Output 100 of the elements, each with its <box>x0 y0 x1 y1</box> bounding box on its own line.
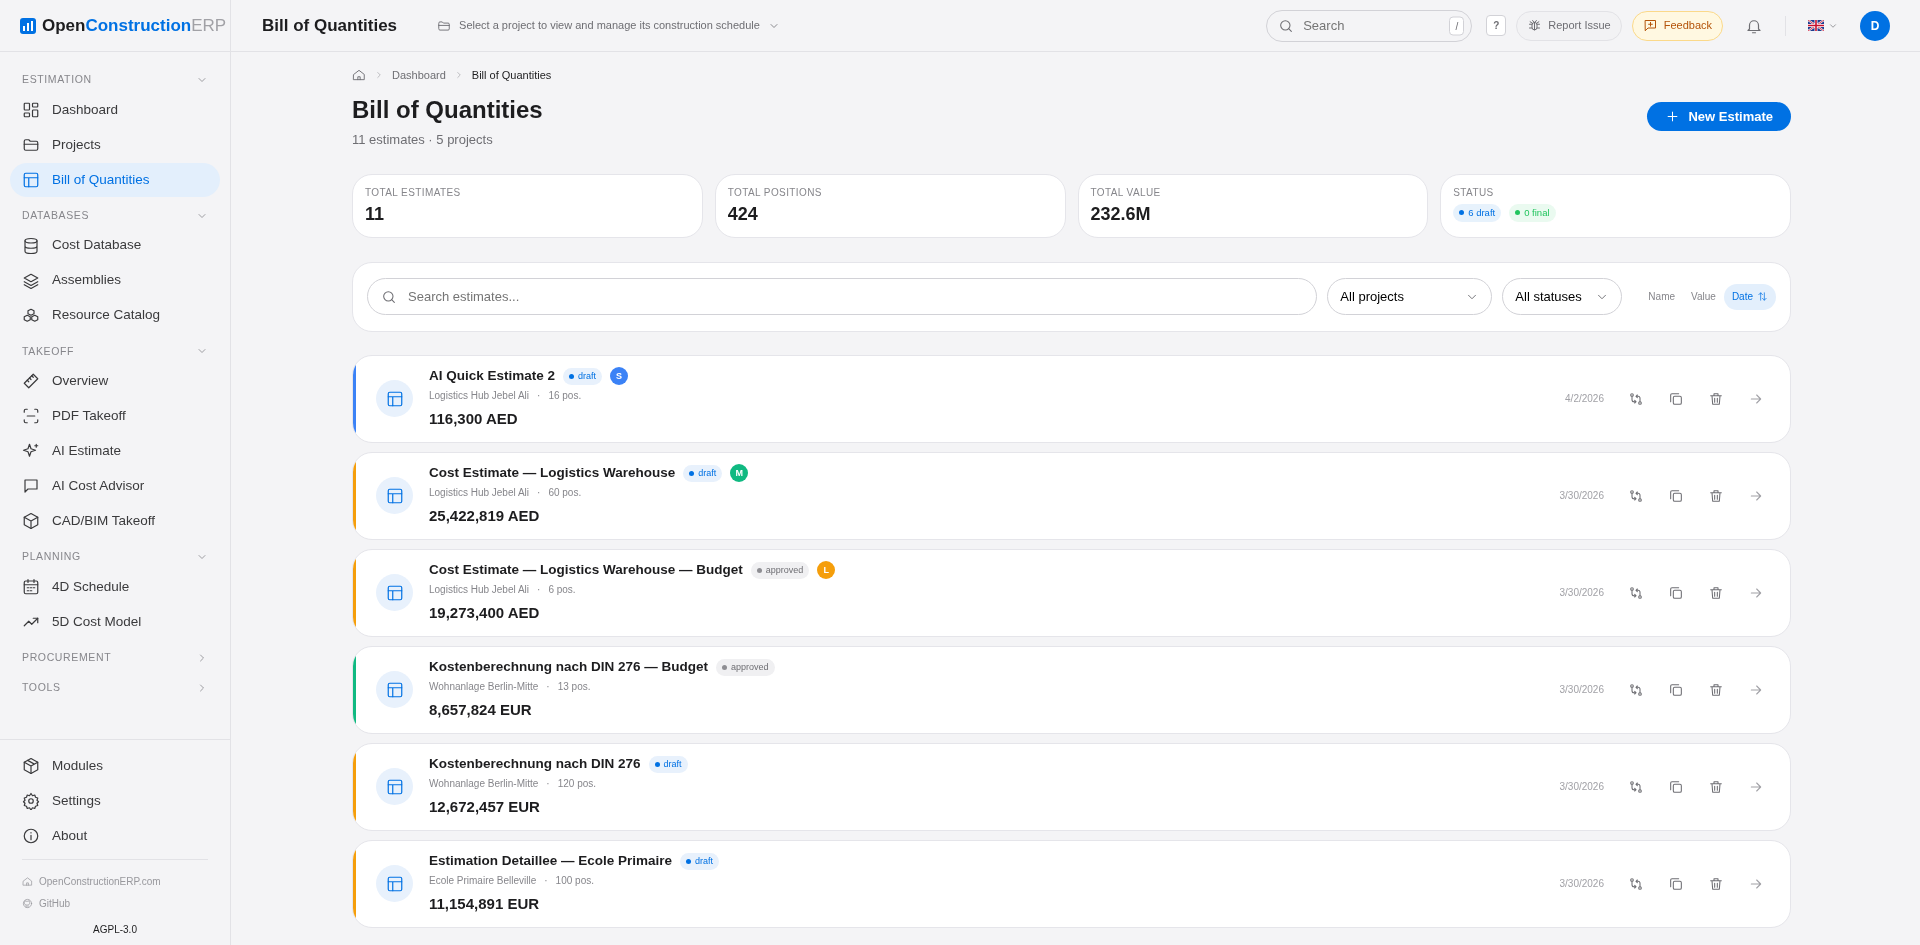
project-selector[interactable]: Select a project to view and manage its construction schedule <box>431 16 786 35</box>
position-count: 16 pos. <box>548 389 582 404</box>
sidebar-item[interactable]: Modules <box>10 749 220 783</box>
folder-icon <box>437 18 452 33</box>
project-name: Wohnanlage Berlin-Mitte <box>429 777 539 792</box>
stat-label: TOTAL ESTIMATES <box>365 185 462 200</box>
compare-icon <box>1628 584 1644 601</box>
status-badge: draft <box>648 755 688 773</box>
user-avatar[interactable]: D <box>1860 10 1890 41</box>
sidebar-item[interactable]: AI Estimate <box>10 434 220 469</box>
compare-icon <box>1628 487 1644 504</box>
flag-icon <box>1808 20 1824 31</box>
separator: · <box>546 777 550 792</box>
stat-value: 11 <box>365 202 386 226</box>
project-name: Logistics Hub Jebel Ali <box>429 486 530 501</box>
package-icon <box>22 757 40 775</box>
estimate-title: Kostenberechnung nach DIN 276 <box>429 755 641 774</box>
estimate-total: 12,672,457 EUR <box>429 797 541 818</box>
estimate-date: 4/2/2026 <box>1565 392 1604 406</box>
sidebar-item[interactable]: Assemblies <box>10 263 220 298</box>
trash-icon <box>1708 778 1724 795</box>
sidebar-item[interactable]: 5D Cost Model <box>10 605 220 639</box>
table-icon <box>376 380 413 417</box>
shortcut-key: / <box>1449 16 1465 35</box>
boxes-icon <box>22 306 40 325</box>
estimate-total: 19,273,400 AED <box>429 603 541 624</box>
trash-icon <box>1708 584 1724 601</box>
user-avatar: L <box>817 561 836 580</box>
estimate-card[interactable]: Estimation Detaillee — Ecole Primaire draft Ecole Primaire Belleville · 100 pos. 11,154,891 EUR 3/30/2026 <box>352 839 1791 928</box>
sort-option[interactable]: Name <box>1640 283 1684 310</box>
project-dropdown[interactable]: All projects <box>1327 278 1493 315</box>
page-title: Bill of Quantities <box>352 95 543 125</box>
sidebar-item[interactable]: Resource Catalog <box>10 298 220 333</box>
sidebar-item[interactable]: CAD/BIM Takeoff <box>10 504 220 539</box>
grid-icon <box>22 100 40 119</box>
sidebar-item[interactable]: PDF Takeoff <box>10 399 220 434</box>
copy-icon <box>1668 487 1684 504</box>
status-badge: draft <box>680 852 720 870</box>
report-issue-button[interactable]: Report Issue <box>1516 10 1622 41</box>
sort-option[interactable]: Date <box>1723 283 1776 310</box>
plus-icon <box>1665 109 1681 125</box>
search-field[interactable]: Search estimates... <box>367 278 1318 315</box>
estimate-title: AI Quick Estimate 2 <box>429 367 556 386</box>
estimate-card[interactable]: Kostenberechnung nach DIN 276 draft Wohnanlage Berlin-Mitte · 120 pos. 12,672,457 EUR 3/30/2026 <box>352 742 1791 831</box>
sidebar-item[interactable]: Bill of Quantities <box>10 162 220 197</box>
status-badge: approved <box>716 658 775 676</box>
estimate-total: 8,657,824 EUR <box>429 700 533 721</box>
separator: · <box>537 583 541 598</box>
copy-icon <box>1668 681 1684 698</box>
sidebar-item[interactable]: AI Cost Advisor <box>10 469 220 504</box>
info-icon <box>22 827 40 845</box>
copy-icon <box>1668 778 1684 795</box>
sidebar-item[interactable]: Settings <box>10 784 220 818</box>
sidebar-item[interactable]: Projects <box>10 127 220 162</box>
user-avatar: S <box>610 367 629 386</box>
layers-icon <box>22 271 40 290</box>
status-badge: draft <box>683 464 723 482</box>
estimate-title: Kostenberechnung nach DIN 276 — Budget <box>429 658 709 677</box>
separator: · <box>546 680 550 695</box>
status-dropdown[interactable]: All statuses <box>1502 278 1623 315</box>
compare-icon <box>1628 681 1644 698</box>
estimate-card[interactable]: Cost Estimate — Logistics Warehouse — Budget approved L Logistics Hub Jebel Ali · 6 pos. 19,273,400 AED 3/30/2026 <box>352 548 1791 637</box>
copy-icon <box>1668 390 1684 407</box>
estimate-date: 3/30/2026 <box>1559 683 1604 697</box>
breadcrumb-link[interactable]: Dashboard <box>392 66 446 84</box>
section-header[interactable]: TOOLS <box>10 669 220 700</box>
position-count: 120 pos. <box>557 777 597 792</box>
sidebar-item[interactable]: About <box>10 819 220 853</box>
table-icon <box>376 671 413 708</box>
copy-icon <box>1668 875 1684 892</box>
estimate-total: 25,422,819 AED <box>429 506 541 527</box>
estimate-card[interactable]: Kostenberechnung nach DIN 276 — Budget approved Wohnanlage Berlin-Mitte · 13 pos. 8,657,824 EUR 3/30/2026 <box>352 645 1791 734</box>
estimate-date: 3/30/2026 <box>1559 586 1604 600</box>
stat-label: TOTAL VALUE <box>1090 185 1162 200</box>
home-icon <box>22 875 33 887</box>
stat-label: STATUS <box>1453 185 1495 200</box>
sort-icon <box>1757 291 1768 302</box>
help-button[interactable]: ? <box>1486 15 1507 36</box>
position-count: 6 pos. <box>548 583 576 598</box>
project-name: Wohnanlage Berlin-Mitte <box>429 680 539 695</box>
compare-icon <box>1628 778 1644 795</box>
position-count: 13 pos. <box>557 680 591 695</box>
compare-icon <box>1628 875 1644 892</box>
stat-label: TOTAL POSITIONS <box>727 185 823 200</box>
table-icon <box>376 865 413 902</box>
sidebar-item[interactable]: Dashboard <box>10 92 220 127</box>
user-avatar: M <box>730 464 749 483</box>
estimate-card[interactable]: Cost Estimate — Logistics Warehouse draft M Logistics Hub Jebel Ali · 60 pos. 25,422,819 AED 3/30/2026 <box>352 451 1791 540</box>
estimate-card[interactable]: AI Quick Estimate 2 draft S Logistics Hub Jebel Ali · 16 pos. 116,300 AED 4/2/2026 <box>352 354 1791 443</box>
status-count-chip: 0 final <box>1509 203 1556 222</box>
feedback-button[interactable]: Feedback <box>1631 10 1723 41</box>
sort-option[interactable]: Value <box>1683 283 1724 310</box>
sidebar-item[interactable]: 4D Schedule <box>10 570 220 604</box>
new-estimate-button[interactable]: New Estimate <box>1647 102 1791 132</box>
calendar-icon <box>22 578 40 596</box>
search-icon <box>381 288 397 305</box>
sidebar-item[interactable]: Cost Database <box>10 228 220 263</box>
sidebar-item[interactable]: Overview <box>10 364 220 399</box>
estimate-total: 11,154,891 EUR <box>429 894 541 915</box>
search-icon <box>1278 17 1295 34</box>
